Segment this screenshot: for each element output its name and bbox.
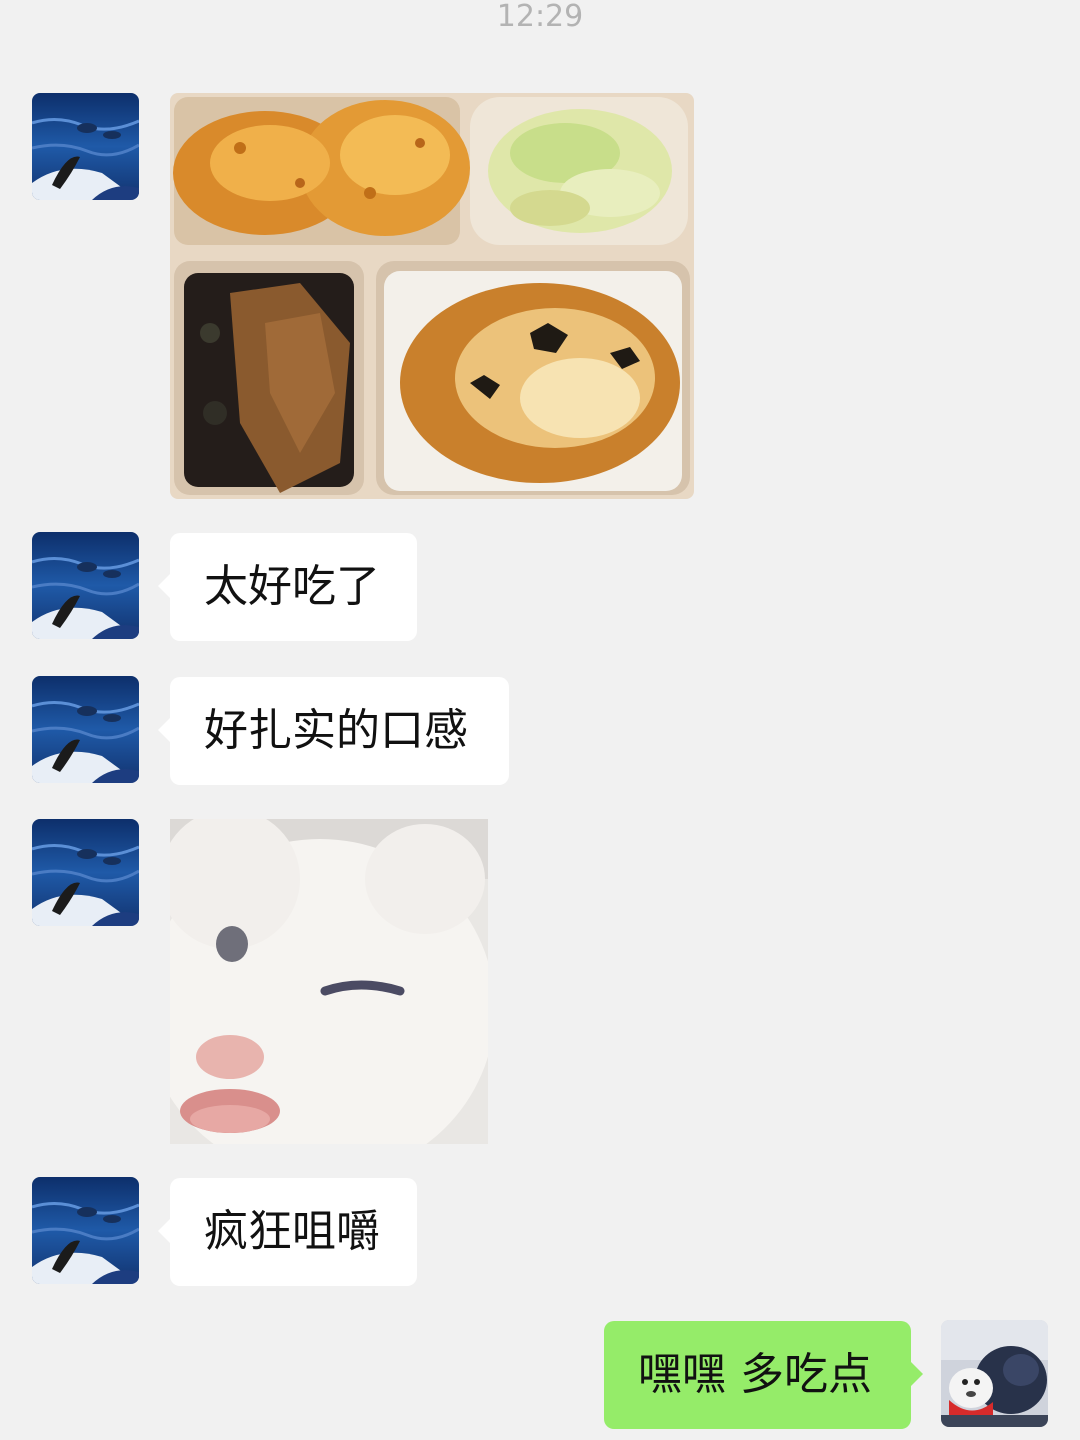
contact-avatar[interactable] [32,532,139,639]
contact-avatar[interactable] [32,676,139,783]
food-photo[interactable] [170,93,694,499]
contact-avatar[interactable] [32,1177,139,1284]
message-bubble-outgoing[interactable]: 嘿嘿 多吃点 [604,1321,923,1429]
chat-timestamp: 12:29 [496,0,584,34]
message-bubble-incoming[interactable]: 太好吃了 [158,533,417,641]
message-bubble-incoming[interactable]: 疯狂咀嚼 [158,1178,417,1286]
contact-avatar[interactable] [32,819,139,926]
message-bubble-incoming[interactable]: 好扎实的口感 [158,677,509,785]
cat-sticker[interactable] [170,819,488,1144]
contact-avatar[interactable] [32,93,139,200]
my-avatar[interactable] [941,1320,1048,1427]
